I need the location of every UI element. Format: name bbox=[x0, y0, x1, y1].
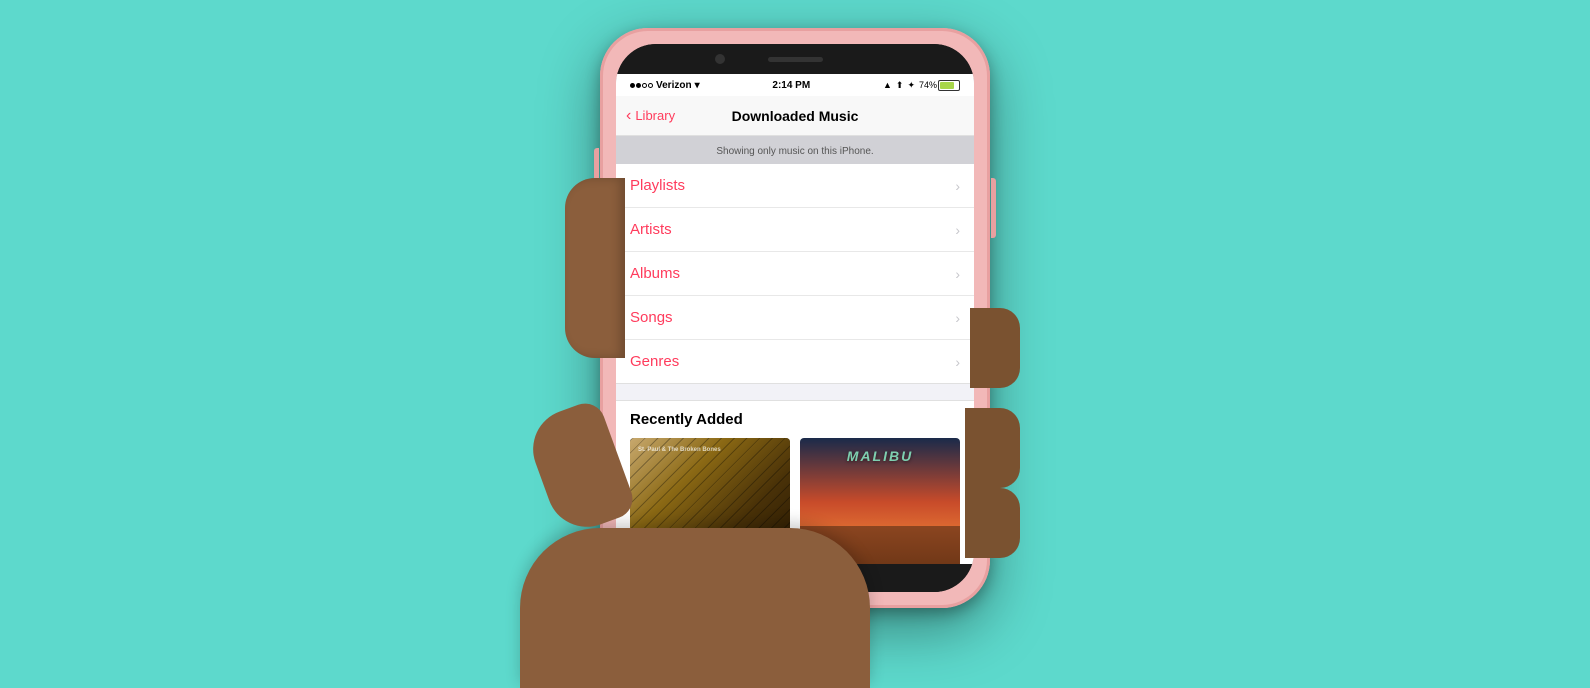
status-time: 2:14 PM bbox=[772, 80, 810, 91]
phone-camera bbox=[715, 54, 725, 64]
signal-dot-4 bbox=[648, 83, 653, 88]
phone-screen: Verizon ▾ 2:14 PM ▲ ⬆ ✦ 74% bbox=[616, 74, 974, 564]
status-left: Verizon ▾ bbox=[630, 80, 700, 91]
battery-fill bbox=[940, 82, 954, 89]
wifi-icon: ▾ bbox=[695, 80, 700, 91]
status-right: ▲ ⬆ ✦ 74% bbox=[883, 80, 960, 91]
chevron-artists-icon: › bbox=[955, 222, 960, 238]
menu-label-playlists: Playlists bbox=[630, 177, 685, 194]
battery-body bbox=[938, 80, 960, 91]
menu-label-albums: Albums bbox=[630, 265, 680, 282]
info-banner: Showing only music on this iPhone. bbox=[616, 136, 974, 164]
album-art-malibu-title: MALIBU bbox=[847, 448, 913, 464]
hand-finger-left bbox=[565, 178, 625, 358]
info-banner-text: Showing only music on this iPhone. bbox=[716, 146, 873, 157]
phone-top-bar bbox=[616, 44, 974, 74]
signal-dot-1 bbox=[630, 83, 635, 88]
signal-dot-3 bbox=[642, 83, 647, 88]
signal-icon: ▲ bbox=[883, 80, 892, 90]
back-button[interactable]: ‹ Library bbox=[626, 108, 675, 124]
menu-item-playlists[interactable]: Playlists › bbox=[616, 164, 974, 208]
recently-added-title: Recently Added bbox=[630, 411, 960, 428]
chevron-playlists-icon: › bbox=[955, 178, 960, 194]
hand-finger-right-2 bbox=[965, 408, 1020, 488]
phone-speaker bbox=[768, 57, 823, 62]
menu-label-artists: Artists bbox=[630, 221, 672, 238]
nav-title: Downloaded Music bbox=[732, 108, 859, 124]
section-separator bbox=[616, 383, 974, 401]
album-artist-text: St. Paul & The Broken Bones bbox=[638, 446, 721, 454]
back-chevron-icon: ‹ bbox=[626, 108, 631, 124]
hand-finger-right-1 bbox=[970, 308, 1020, 388]
phone-body: Verizon ▾ 2:14 PM ▲ ⬆ ✦ 74% bbox=[600, 28, 990, 608]
menu-item-artists[interactable]: Artists › bbox=[616, 208, 974, 252]
menu-list: Playlists › Artists › Albums › Songs › bbox=[616, 164, 974, 383]
location-icon: ⬆ bbox=[896, 80, 904, 91]
battery-indicator: 74% bbox=[919, 80, 960, 91]
hand-finger-right-3 bbox=[965, 488, 1020, 558]
navigation-bar: ‹ Library Downloaded Music bbox=[616, 96, 974, 136]
signal-dot-2 bbox=[636, 83, 641, 88]
chevron-genres-icon: › bbox=[955, 354, 960, 370]
battery-percent-label: 74% bbox=[919, 80, 937, 90]
menu-item-albums[interactable]: Albums › bbox=[616, 252, 974, 296]
menu-item-songs[interactable]: Songs › bbox=[616, 296, 974, 340]
phone-inner: Verizon ▾ 2:14 PM ▲ ⬆ ✦ 74% bbox=[616, 44, 974, 592]
hand-palm-bottom bbox=[520, 528, 870, 688]
menu-label-songs: Songs bbox=[630, 309, 673, 326]
back-label: Library bbox=[635, 108, 675, 123]
chevron-songs-icon: › bbox=[955, 310, 960, 326]
chevron-albums-icon: › bbox=[955, 266, 960, 282]
status-bar: Verizon ▾ 2:14 PM ▲ ⬆ ✦ 74% bbox=[616, 74, 974, 96]
carrier-label: Verizon bbox=[656, 80, 692, 91]
menu-item-genres[interactable]: Genres › bbox=[616, 340, 974, 383]
phone-hand-container: Verizon ▾ 2:14 PM ▲ ⬆ ✦ 74% bbox=[600, 28, 990, 608]
bluetooth-icon: ✦ bbox=[907, 80, 915, 91]
signal-dots bbox=[630, 83, 653, 88]
menu-label-genres: Genres bbox=[630, 353, 679, 370]
